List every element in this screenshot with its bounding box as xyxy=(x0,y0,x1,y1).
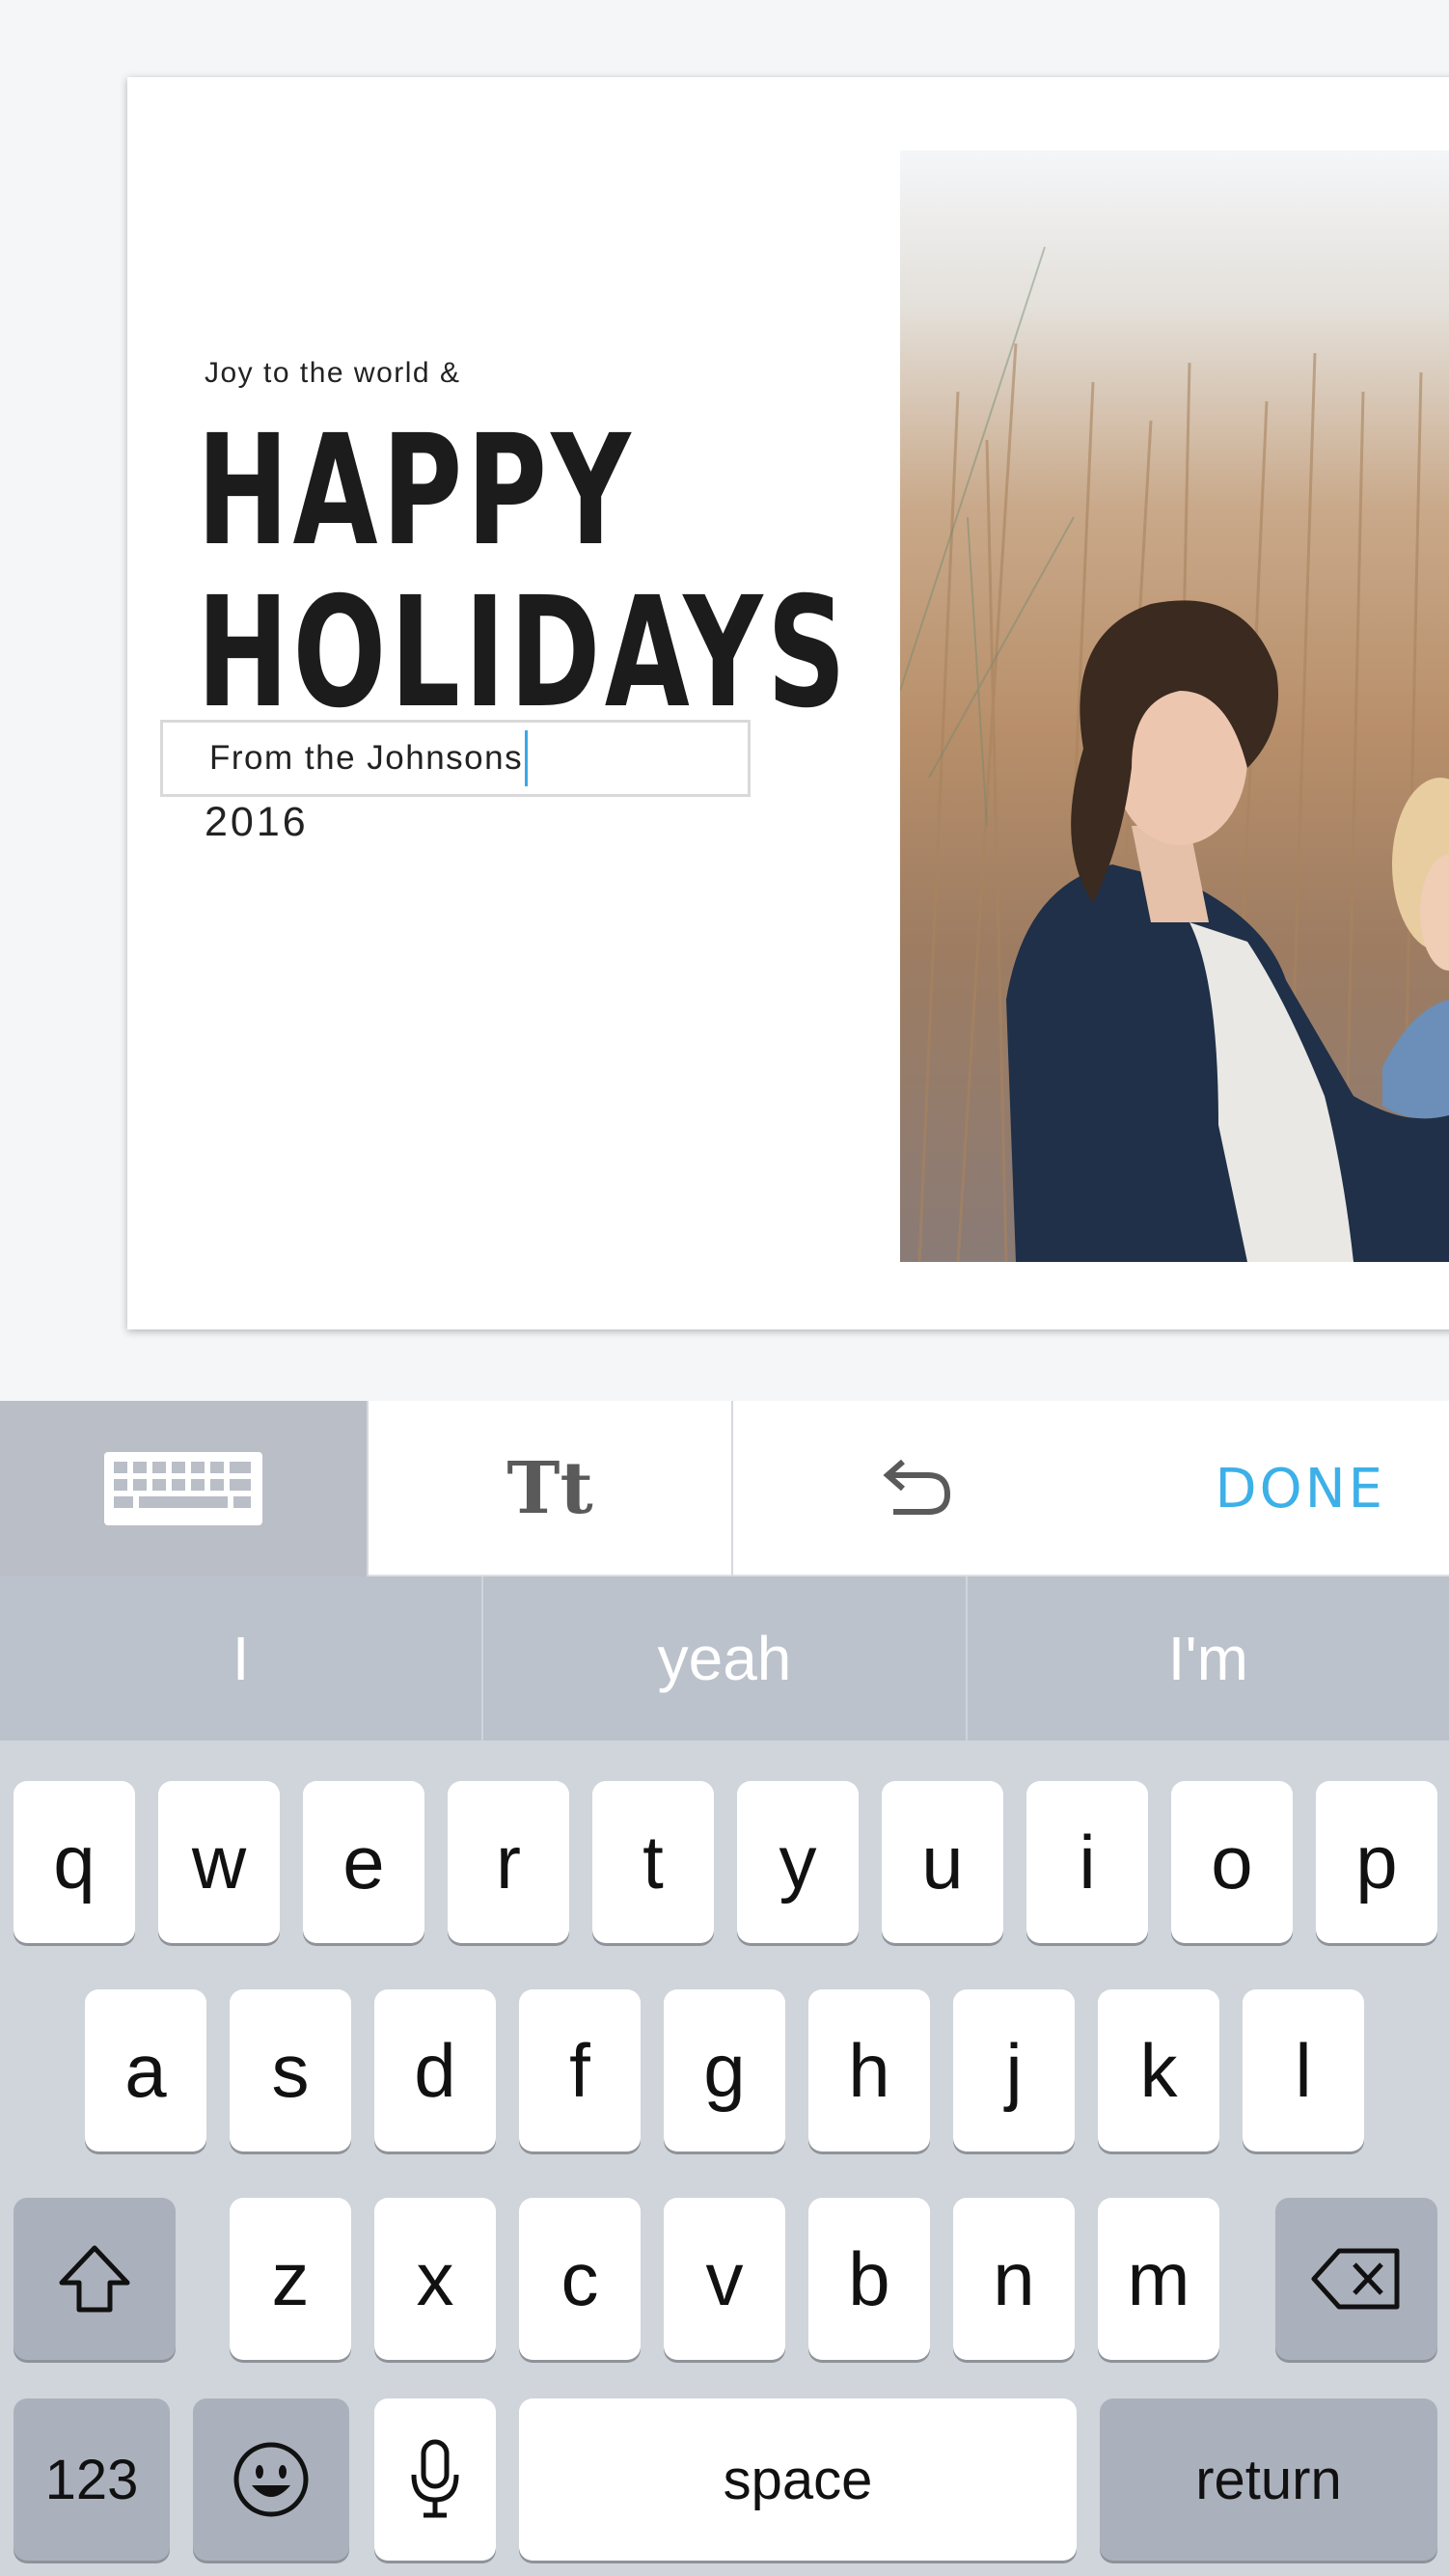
key-k[interactable]: k xyxy=(1098,1989,1219,2151)
done-button[interactable]: DONE xyxy=(1100,1401,1449,1576)
key-z[interactable]: z xyxy=(230,2198,351,2360)
undo-icon xyxy=(883,1460,951,1515)
key-d[interactable]: d xyxy=(374,1989,496,2151)
delete-key[interactable] xyxy=(1275,2198,1437,2360)
key-y[interactable]: y xyxy=(737,1781,859,1943)
key-b[interactable]: b xyxy=(808,2198,930,2360)
key-u[interactable]: u xyxy=(882,1781,1003,1943)
key-e[interactable]: e xyxy=(303,1781,424,1943)
microphone-key[interactable] xyxy=(374,2398,496,2561)
from-text-field[interactable]: From the Johnsons xyxy=(160,720,751,797)
numbers-key[interactable]: 123 xyxy=(14,2398,170,2561)
suggestion-3[interactable]: I'm xyxy=(968,1576,1449,1740)
emoji-key[interactable] xyxy=(193,2398,349,2561)
on-screen-keyboard: I yeah I'm q w e r t y u i o p a s d f g… xyxy=(0,1576,1449,2576)
edit-toolbar: Tt DONE xyxy=(0,1401,1449,1576)
key-c[interactable]: c xyxy=(519,2198,641,2360)
card-subtitle[interactable]: Joy to the world & xyxy=(205,357,460,390)
return-key[interactable]: return xyxy=(1100,2398,1437,2561)
card-headline-line1[interactable]: HAPPY xyxy=(197,415,635,567)
key-f[interactable]: f xyxy=(519,1989,641,2151)
key-t[interactable]: t xyxy=(592,1781,714,1943)
key-s[interactable]: s xyxy=(230,1989,351,2151)
key-a[interactable]: a xyxy=(85,1989,206,2151)
key-x[interactable]: x xyxy=(374,2198,496,2360)
card-year[interactable]: 2016 xyxy=(205,799,309,846)
microphone-icon xyxy=(411,2439,459,2518)
family-photo[interactable] xyxy=(900,151,1449,1262)
key-i[interactable]: i xyxy=(1026,1781,1148,1943)
keyboard-icon xyxy=(104,1452,262,1525)
canvas-area: Joy to the world & HAPPY HOLIDAYS From t… xyxy=(0,0,1449,1401)
key-h[interactable]: h xyxy=(808,1989,930,2151)
suggestion-bar: I yeah I'm xyxy=(0,1576,1449,1740)
key-p[interactable]: p xyxy=(1316,1781,1437,1943)
keyboard-toggle-button[interactable] xyxy=(0,1401,367,1576)
space-key[interactable]: space xyxy=(519,2398,1077,2561)
key-l[interactable]: l xyxy=(1243,1989,1364,2151)
text-cursor xyxy=(525,730,529,786)
undo-button[interactable] xyxy=(733,1401,1100,1576)
suggestion-1[interactable]: I xyxy=(0,1576,484,1740)
key-v[interactable]: v xyxy=(664,2198,785,2360)
emoji-icon xyxy=(233,2442,309,2517)
card-headline-line2[interactable]: HOLIDAYS xyxy=(197,577,850,729)
delete-icon xyxy=(1311,2248,1400,2310)
key-r[interactable]: r xyxy=(448,1781,569,1943)
key-g[interactable]: g xyxy=(664,1989,785,2151)
shift-key[interactable] xyxy=(14,2198,176,2360)
text-style-button[interactable]: Tt xyxy=(367,1401,733,1576)
key-q[interactable]: q xyxy=(14,1781,135,1943)
key-j[interactable]: j xyxy=(953,1989,1075,2151)
from-text: From the Johnsons xyxy=(209,739,524,777)
key-m[interactable]: m xyxy=(1098,2198,1219,2360)
shift-icon xyxy=(59,2245,130,2313)
key-o[interactable]: o xyxy=(1171,1781,1293,1943)
key-n[interactable]: n xyxy=(953,2198,1075,2360)
key-w[interactable]: w xyxy=(158,1781,280,1943)
suggestion-2[interactable]: yeah xyxy=(483,1576,968,1740)
